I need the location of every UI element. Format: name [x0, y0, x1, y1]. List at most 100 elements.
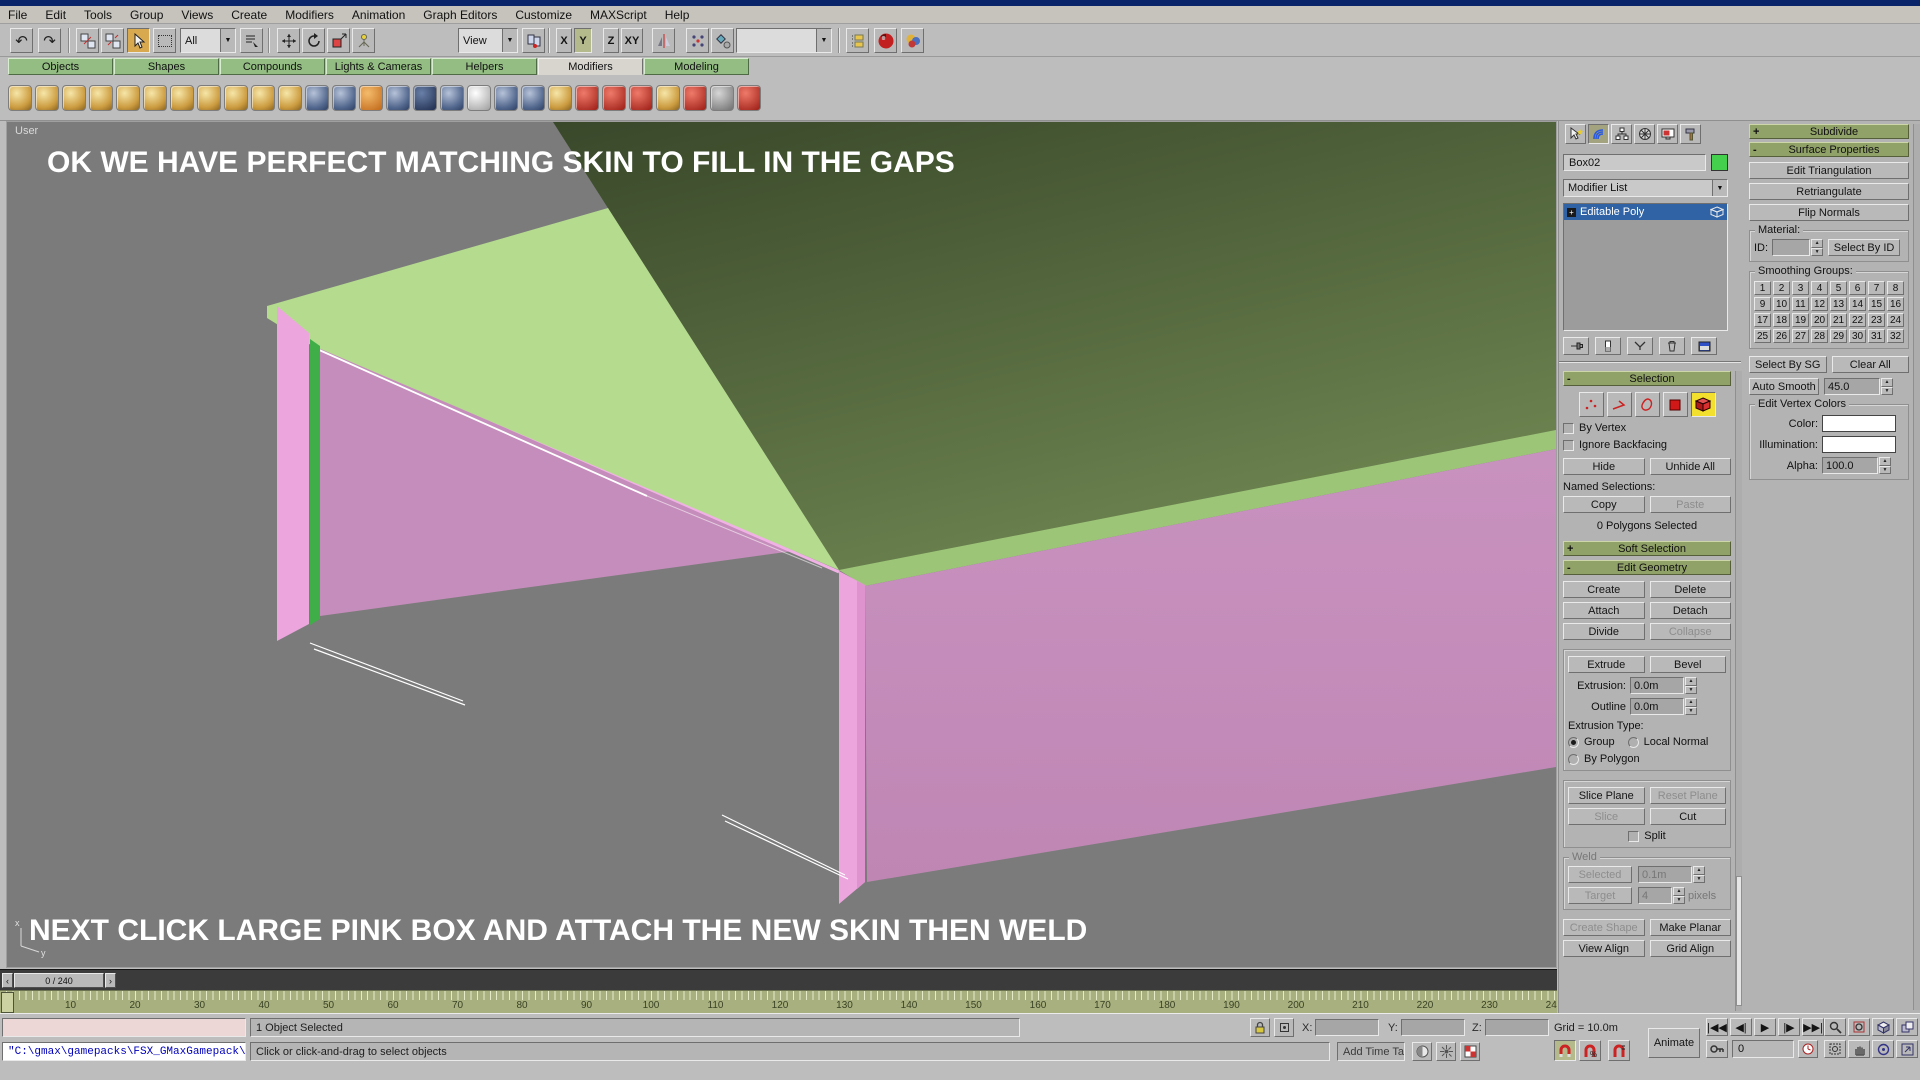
use-pivot-point-button[interactable]: [522, 28, 545, 53]
slice-button[interactable]: Slice: [1568, 808, 1645, 825]
smoothing-group-button[interactable]: 29: [1830, 329, 1847, 343]
outline-spinner[interactable]: ▲▼: [1685, 698, 1697, 715]
weld-target-field[interactable]: 4: [1638, 887, 1672, 904]
align-button[interactable]: [711, 28, 734, 53]
unhide-all-button[interactable]: Unhide All: [1650, 458, 1732, 475]
smoothing-group-button[interactable]: 3: [1792, 281, 1809, 295]
tab[interactable]: Modifiers: [538, 58, 643, 75]
reference-coordinate-dropdown[interactable]: View ▼: [458, 28, 518, 53]
smoothing-group-button[interactable]: 11: [1792, 297, 1809, 311]
modifier-toolbar-icon[interactable]: [602, 85, 626, 111]
hide-button[interactable]: Hide: [1563, 458, 1645, 475]
make-planar-button[interactable]: Make Planar: [1650, 919, 1732, 936]
go-to-end-button[interactable]: ▶▶|: [1802, 1018, 1824, 1036]
menu-item[interactable]: Tools: [84, 8, 112, 22]
modifier-toolbar-icon[interactable]: [386, 85, 410, 111]
timeline-ruler[interactable]: 1020304050607080901001101201301401501601…: [0, 990, 1557, 1013]
polygon-subobject-button[interactable]: [1663, 392, 1688, 417]
mirror-button[interactable]: [652, 28, 675, 53]
tab[interactable]: Lights & Cameras: [326, 58, 431, 75]
modifier-toolbar-icon[interactable]: [89, 85, 113, 111]
render-button[interactable]: [901, 28, 924, 53]
border-subobject-button[interactable]: [1635, 392, 1660, 417]
add-time-tag-field[interactable]: Add Time Tag: [1337, 1042, 1405, 1061]
modifier-toolbar-icon[interactable]: [197, 85, 221, 111]
smoothing-group-button[interactable]: 22: [1849, 313, 1866, 327]
select-and-manipulate-button[interactable]: [352, 28, 375, 53]
modifier-toolbar-icon[interactable]: [62, 85, 86, 111]
dotted-burst-icon[interactable]: [1436, 1042, 1456, 1061]
angle-snap-button[interactable]: %: [1579, 1040, 1601, 1061]
modifier-toolbar-icon[interactable]: [521, 85, 545, 111]
modifier-toolbar-icon[interactable]: [440, 85, 464, 111]
smoothing-group-button[interactable]: 15: [1868, 297, 1885, 311]
menu-item[interactable]: Create: [231, 8, 267, 22]
selection-rollout-header[interactable]: - Selection: [1563, 371, 1731, 386]
smoothing-group-button[interactable]: 28: [1811, 329, 1828, 343]
selection-filter-dropdown[interactable]: All ▼: [180, 28, 236, 53]
smoothing-group-button[interactable]: 30: [1849, 329, 1866, 343]
select-by-name-button[interactable]: [240, 28, 263, 53]
left-column[interactable]: [277, 306, 309, 641]
named-selection-sets-dropdown[interactable]: ▼: [736, 28, 832, 53]
soft-selection-rollout-header[interactable]: + Soft Selection: [1563, 541, 1731, 556]
modifier-toolbar-icon[interactable]: [548, 85, 572, 111]
smoothing-group-button[interactable]: 16: [1887, 297, 1904, 311]
display-panel-tab[interactable]: [1657, 124, 1678, 144]
key-mode-button[interactable]: [1706, 1040, 1728, 1058]
smoothing-group-button[interactable]: 24: [1887, 313, 1904, 327]
edge-subobject-button[interactable]: [1607, 392, 1632, 417]
hierarchy-panel-tab[interactable]: [1611, 124, 1632, 144]
make-unique-button[interactable]: [1627, 337, 1653, 355]
frame-back-button[interactable]: ‹: [2, 973, 13, 988]
modifier-list-dropdown[interactable]: Modifier List ▼: [1563, 179, 1728, 197]
collapse-button[interactable]: Collapse: [1650, 623, 1732, 640]
spinner-snap-button[interactable]: [1608, 1040, 1630, 1061]
alpha-spinner[interactable]: ▲▼: [1879, 457, 1891, 474]
y-coordinate-field[interactable]: [1401, 1019, 1465, 1036]
edit-triangulation-button[interactable]: Edit Triangulation: [1749, 162, 1909, 179]
modifier-toolbar-icon[interactable]: [35, 85, 59, 111]
weld-target-button[interactable]: Target: [1568, 887, 1632, 904]
surface-properties-rollout-header[interactable]: - Surface Properties: [1749, 142, 1909, 157]
bevel-button[interactable]: Bevel: [1650, 656, 1727, 673]
modifier-toolbar-icon[interactable]: [278, 85, 302, 111]
layer-manager-button[interactable]: [846, 28, 869, 53]
unlink-selection-icon[interactable]: [101, 28, 124, 53]
smoothing-group-button[interactable]: 2: [1773, 281, 1790, 295]
smoothing-group-button[interactable]: 14: [1849, 297, 1866, 311]
auto-smooth-button[interactable]: Auto Smooth: [1749, 378, 1819, 395]
create-button[interactable]: Create: [1563, 581, 1645, 598]
smoothing-group-button[interactable]: 21: [1830, 313, 1847, 327]
current-frame-field[interactable]: 0: [1732, 1040, 1794, 1058]
redo-icon[interactable]: ↷: [38, 28, 61, 53]
paste-button[interactable]: Paste: [1650, 496, 1732, 513]
panel-scrollbar[interactable]: [1735, 371, 1742, 1011]
object-color-swatch[interactable]: [1711, 154, 1728, 171]
zoom-button[interactable]: [1824, 1018, 1846, 1036]
smoothing-group-button[interactable]: 23: [1868, 313, 1885, 327]
pin-stack-button[interactable]: [1563, 337, 1589, 355]
checker-cube-icon[interactable]: [1460, 1042, 1480, 1061]
restrict-y-button[interactable]: Y: [574, 28, 592, 53]
modifier-toolbar-icon[interactable]: [575, 85, 599, 111]
arc-rotate-button[interactable]: [1872, 1040, 1894, 1058]
modifier-toolbar-icon[interactable]: [359, 85, 383, 111]
smoothing-group-button[interactable]: 32: [1887, 329, 1904, 343]
restrict-z-button[interactable]: Z: [603, 28, 619, 53]
tab[interactable]: Compounds: [220, 58, 325, 75]
edit-geometry-rollout-header[interactable]: - Edit Geometry: [1563, 560, 1731, 575]
expand-icon[interactable]: +: [1567, 208, 1576, 217]
select-and-scale-button[interactable]: [327, 28, 350, 53]
menu-item[interactable]: MAXScript: [590, 8, 647, 22]
retriangulate-button[interactable]: Retriangulate: [1749, 183, 1909, 200]
smoothing-group-button[interactable]: 13: [1830, 297, 1847, 311]
modifier-toolbar-icon[interactable]: [143, 85, 167, 111]
create-shape-button[interactable]: Create Shape: [1563, 919, 1645, 936]
green-edge-stripe[interactable]: [310, 339, 320, 625]
restrict-xy-plane-button[interactable]: XY: [621, 28, 643, 53]
element-subobject-button[interactable]: [1691, 392, 1716, 417]
smoothing-group-button[interactable]: 7: [1868, 281, 1885, 295]
smoothing-group-button[interactable]: 26: [1773, 329, 1790, 343]
modifier-toolbar-icon[interactable]: [467, 85, 491, 111]
